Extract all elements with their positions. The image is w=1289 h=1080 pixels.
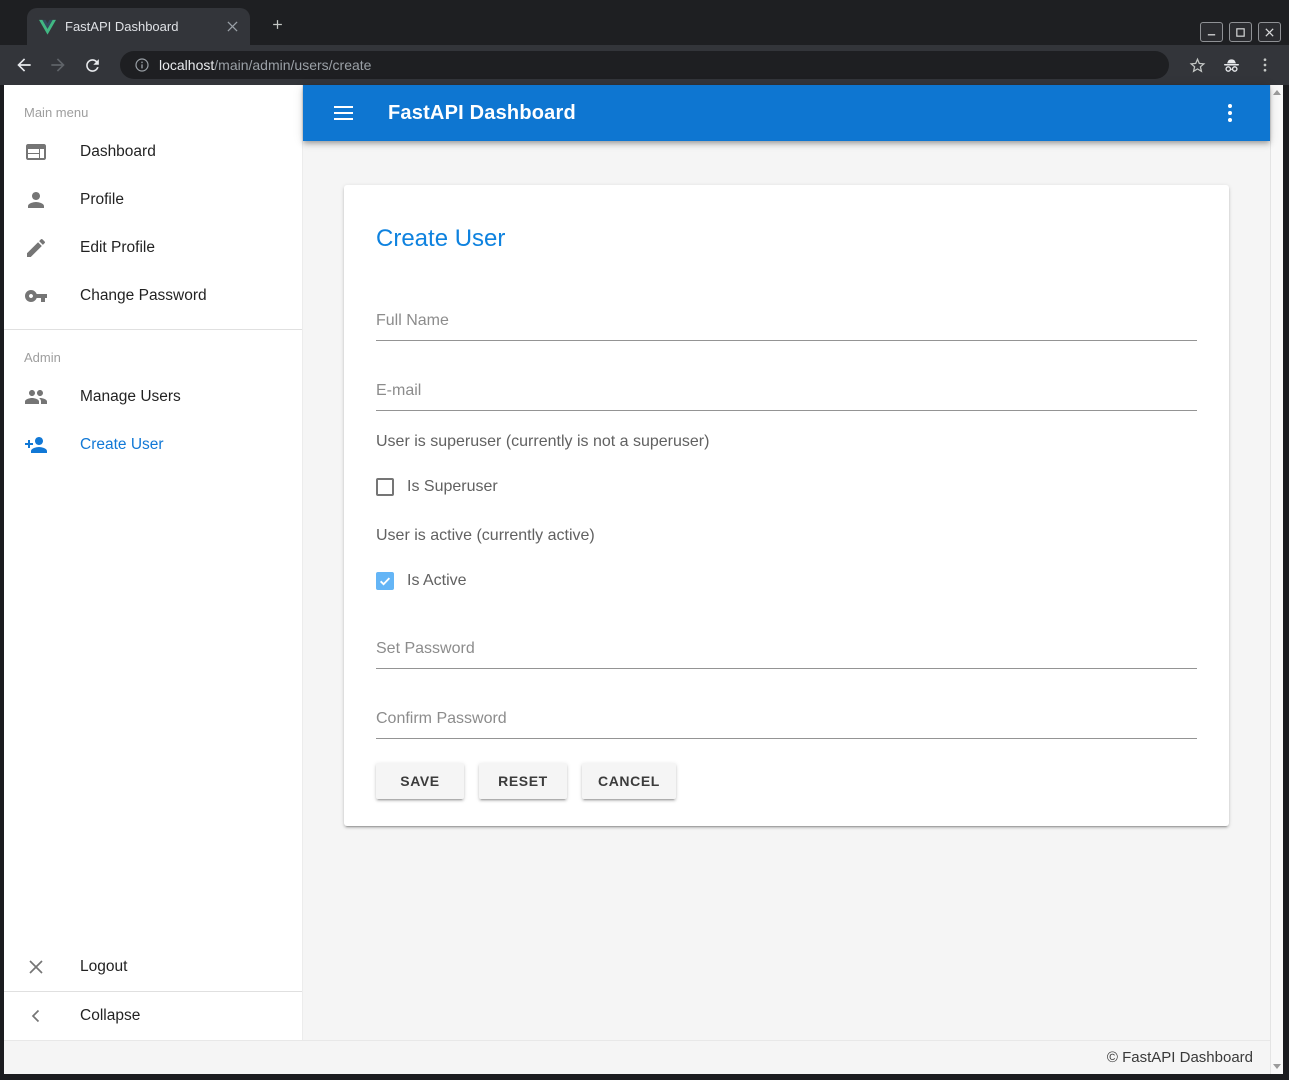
dashboard-icon (24, 140, 48, 164)
window-controls (1200, 22, 1281, 42)
back-button[interactable] (10, 51, 38, 79)
sidebar-item-change-password[interactable]: Change Password (4, 272, 302, 320)
forward-button[interactable] (44, 51, 72, 79)
save-button[interactable]: SAVE (376, 763, 464, 799)
address-bar[interactable]: localhost/main/admin/users/create (120, 51, 1169, 79)
person-icon (24, 188, 48, 212)
appbar-kebab-menu-icon[interactable] (1218, 101, 1242, 125)
scrollbar-up-arrow-icon[interactable] (1273, 90, 1281, 95)
page-content: Create User Full Name E-mail User is sup… (303, 141, 1270, 1040)
checkbox-label: Is Superuser (407, 478, 498, 496)
maximize-button[interactable] (1229, 22, 1252, 42)
browser-tab[interactable]: FastAPI Dashboard (27, 8, 250, 45)
sidebar-spacer (4, 469, 302, 943)
sidebar-item-logout[interactable]: Logout (4, 943, 302, 991)
hamburger-menu-icon[interactable] (331, 101, 355, 125)
sidebar-item-label: Collapse (80, 1007, 140, 1025)
tab-title: FastAPI Dashboard (65, 19, 215, 34)
sidebar-item-collapse[interactable]: Collapse (4, 992, 302, 1040)
page-title: Create User (376, 225, 1197, 253)
main-area: FastAPI Dashboard Create User Full Name … (303, 85, 1270, 1040)
active-hint: User is active (currently active) (376, 527, 1197, 545)
sidebar-item-edit-profile[interactable]: Edit Profile (4, 224, 302, 272)
sidebar-item-label: Profile (80, 191, 124, 209)
set-password-label: Set Password (376, 640, 1197, 658)
is-superuser-checkbox[interactable]: Is Superuser (376, 478, 1197, 496)
tab-close-icon[interactable] (224, 19, 240, 35)
reset-button[interactable]: RESET (479, 763, 567, 799)
sidebar-item-manage-users[interactable]: Manage Users (4, 373, 302, 421)
bookmark-star-icon[interactable] (1183, 51, 1211, 79)
person-add-icon (24, 433, 48, 457)
chevron-left-icon (24, 1004, 48, 1028)
page-scrollbar[interactable] (1270, 85, 1283, 1074)
url-text: localhost/main/admin/users/create (159, 57, 371, 73)
create-user-card: Create User Full Name E-mail User is sup… (344, 185, 1229, 826)
form-buttons: SAVE RESET CANCEL (376, 763, 1197, 799)
sidebar-item-label: Dashboard (80, 143, 156, 161)
field-underline (376, 738, 1197, 739)
minimize-button[interactable] (1200, 22, 1223, 42)
cancel-button[interactable]: CANCEL (582, 763, 676, 799)
scrollbar-down-arrow-icon[interactable] (1273, 1064, 1281, 1069)
field-underline (376, 668, 1197, 669)
field-underline (376, 340, 1197, 341)
sidebar: Main menu Dashboard Profile Edit Profile (4, 85, 303, 1040)
key-icon (24, 284, 48, 308)
url-host: localhost (159, 57, 214, 73)
vue-logo-icon (39, 19, 56, 35)
field-underline (376, 410, 1197, 411)
sidebar-item-label: Create User (80, 436, 164, 454)
sidebar-section-header: Main menu (4, 85, 302, 128)
confirm-password-label: Confirm Password (376, 710, 1197, 728)
incognito-icon (1217, 51, 1245, 79)
browser-window: FastAPI Dashboard (0, 0, 1289, 1080)
email-field[interactable]: E-mail (376, 382, 1197, 411)
sidebar-item-profile[interactable]: Profile (4, 176, 302, 224)
sidebar-item-label: Edit Profile (80, 239, 155, 257)
browser-tab-strip: FastAPI Dashboard (0, 0, 1289, 45)
email-label: E-mail (376, 382, 1197, 400)
browser-toolbar: localhost/main/admin/users/create (0, 45, 1289, 85)
app-bar: FastAPI Dashboard (303, 85, 1270, 141)
reload-button[interactable] (78, 51, 106, 79)
full-name-field[interactable]: Full Name (376, 312, 1197, 341)
full-name-label: Full Name (376, 312, 1197, 330)
sidebar-item-label: Change Password (80, 287, 207, 305)
checkbox-label: Is Active (407, 572, 467, 590)
sidebar-item-dashboard[interactable]: Dashboard (4, 128, 302, 176)
sidebar-item-label: Manage Users (80, 388, 181, 406)
copyright-text: © FastAPI Dashboard (1107, 1049, 1253, 1066)
superuser-hint: User is superuser (currently is not a su… (376, 433, 1197, 451)
is-active-checkbox[interactable]: Is Active (376, 572, 1197, 590)
checkbox-box[interactable] (376, 572, 394, 590)
app-title: FastAPI Dashboard (388, 102, 576, 125)
people-icon (24, 385, 48, 409)
browser-menu-kebab-icon[interactable] (1251, 51, 1279, 79)
site-info-icon[interactable] (134, 57, 150, 73)
sidebar-section-header: Admin (4, 330, 302, 373)
close-icon (24, 955, 48, 979)
set-password-field[interactable]: Set Password (376, 640, 1197, 669)
pencil-icon (24, 236, 48, 260)
close-window-button[interactable] (1258, 22, 1281, 42)
sidebar-item-create-user[interactable]: Create User (4, 421, 302, 469)
url-path: /main/admin/users/create (214, 57, 371, 73)
page-footer: © FastAPI Dashboard (4, 1040, 1270, 1074)
new-tab-button[interactable] (266, 13, 288, 35)
sidebar-item-label: Logout (80, 958, 127, 976)
page-viewport: Main menu Dashboard Profile Edit Profile (0, 85, 1289, 1080)
checkbox-box[interactable] (376, 478, 394, 496)
confirm-password-field[interactable]: Confirm Password (376, 710, 1197, 739)
